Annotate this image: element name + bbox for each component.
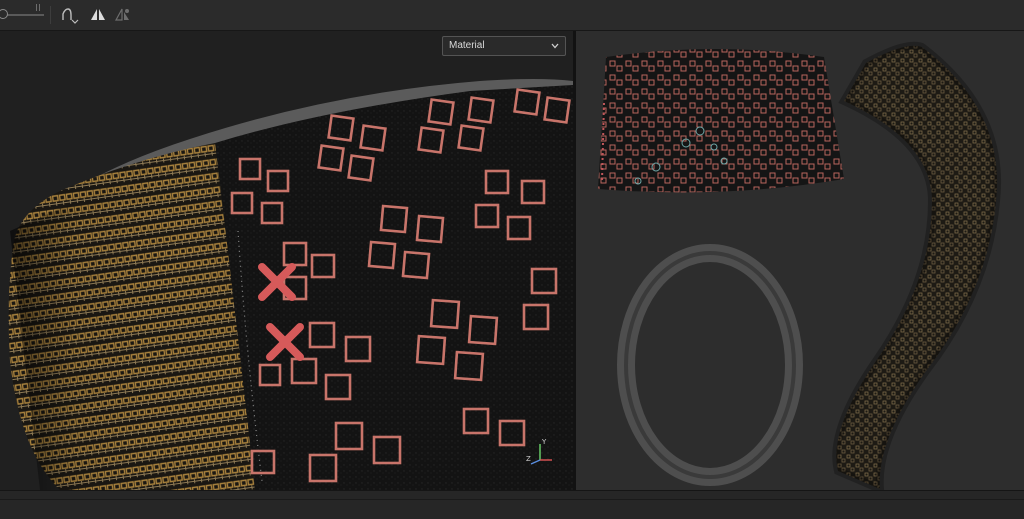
display-mode-value: Material bbox=[449, 40, 485, 51]
mirror-button[interactable] bbox=[88, 5, 108, 25]
mirror-icon bbox=[91, 9, 105, 20]
3d-viewport[interactable]: Material Y Z bbox=[0, 31, 573, 490]
slider-tick-icon bbox=[36, 4, 40, 11]
curve-tool-button[interactable] bbox=[58, 5, 80, 25]
bottom-status-bar bbox=[0, 490, 1024, 519]
bottom-divider bbox=[0, 499, 1024, 500]
toolbar-divider bbox=[50, 6, 51, 24]
hat-3d-model[interactable] bbox=[0, 31, 573, 490]
uv-island-top-panel bbox=[598, 49, 844, 193]
brush-size-slider[interactable] bbox=[0, 0, 46, 31]
slider-knob[interactable] bbox=[0, 9, 8, 19]
top-toolbar bbox=[0, 0, 1024, 31]
display-mode-select[interactable]: Material bbox=[442, 36, 566, 56]
uv-viewport[interactable] bbox=[576, 31, 1024, 490]
axis-z-label: Z bbox=[526, 455, 531, 463]
curve-tool-icon bbox=[62, 8, 79, 24]
axis-y-label: Y bbox=[542, 438, 547, 446]
uv-islands[interactable] bbox=[576, 31, 1024, 490]
axis-gizmo: Y Z bbox=[526, 438, 556, 466]
chevron-down-icon bbox=[551, 43, 559, 49]
mirror-alt-button[interactable] bbox=[113, 5, 133, 25]
mirror-alt-icon bbox=[114, 8, 129, 21]
